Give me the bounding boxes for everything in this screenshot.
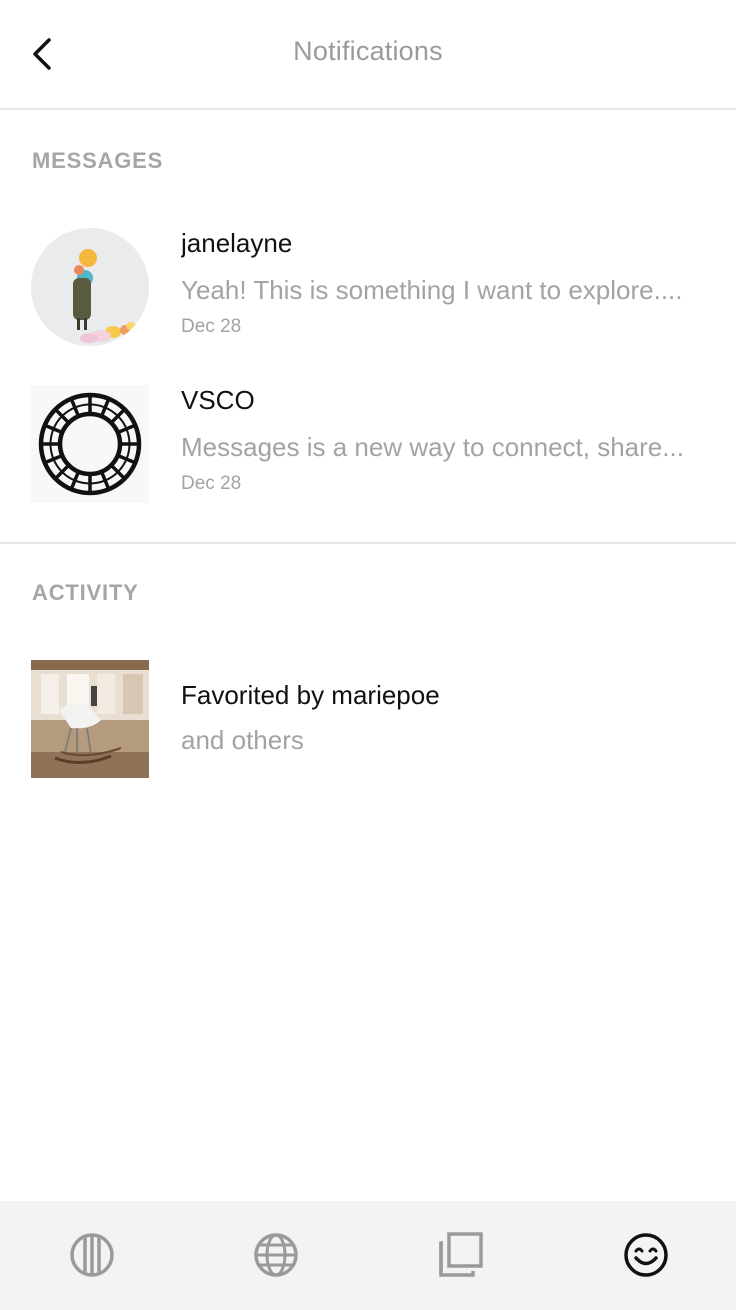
- smiley-icon: [624, 1233, 668, 1277]
- studio-icon: [70, 1233, 114, 1277]
- message-sender: VSCO: [181, 385, 255, 415]
- activity-subtitle: and others: [181, 725, 304, 755]
- activity-section-label: ACTIVITY: [32, 580, 139, 605]
- message-sender: janelayne: [181, 228, 293, 258]
- message-row-vsco[interactable]: VSCO Messages is a new way to connect, s…: [0, 383, 736, 513]
- tab-profile[interactable]: [622, 1231, 670, 1279]
- page-title: Notifications: [293, 36, 443, 66]
- activity-text-block: Favorited by mariepoe and others: [181, 680, 700, 756]
- messages-section-label: MESSAGES: [32, 148, 164, 173]
- tab-studio[interactable]: [68, 1231, 116, 1279]
- library-icon: [439, 1232, 483, 1277]
- message-date: Dec 28: [181, 473, 242, 494]
- rocking-chair-photo: [31, 660, 149, 778]
- globe-icon: [254, 1233, 298, 1277]
- message-date: Dec 28: [181, 316, 242, 337]
- message-preview: Messages is a new way to connect, share.…: [181, 432, 684, 462]
- tab-library[interactable]: [437, 1231, 485, 1279]
- message-row-janelayne[interactable]: janelayne Yeah! This is something I want…: [0, 226, 736, 356]
- activity-title: Favorited by mariepoe: [181, 680, 440, 710]
- tab-discover[interactable]: [252, 1231, 300, 1279]
- notifications-screen: Notifications MESSAGES janelayne Yeah! T…: [0, 0, 736, 1310]
- message-preview: Yeah! This is something I want to explor…: [181, 275, 683, 305]
- message-text-block: janelayne Yeah! This is something I want…: [181, 228, 700, 338]
- section-divider: [0, 542, 736, 544]
- user-photo-avatar: [31, 228, 149, 346]
- vsco-logo-icon: [31, 385, 149, 503]
- message-text-block: VSCO Messages is a new way to connect, s…: [181, 385, 700, 495]
- activity-row-favorited[interactable]: Favorited by mariepoe and others: [0, 659, 736, 789]
- bottom-tab-bar: [0, 1201, 736, 1310]
- header-bar: Notifications: [0, 0, 736, 110]
